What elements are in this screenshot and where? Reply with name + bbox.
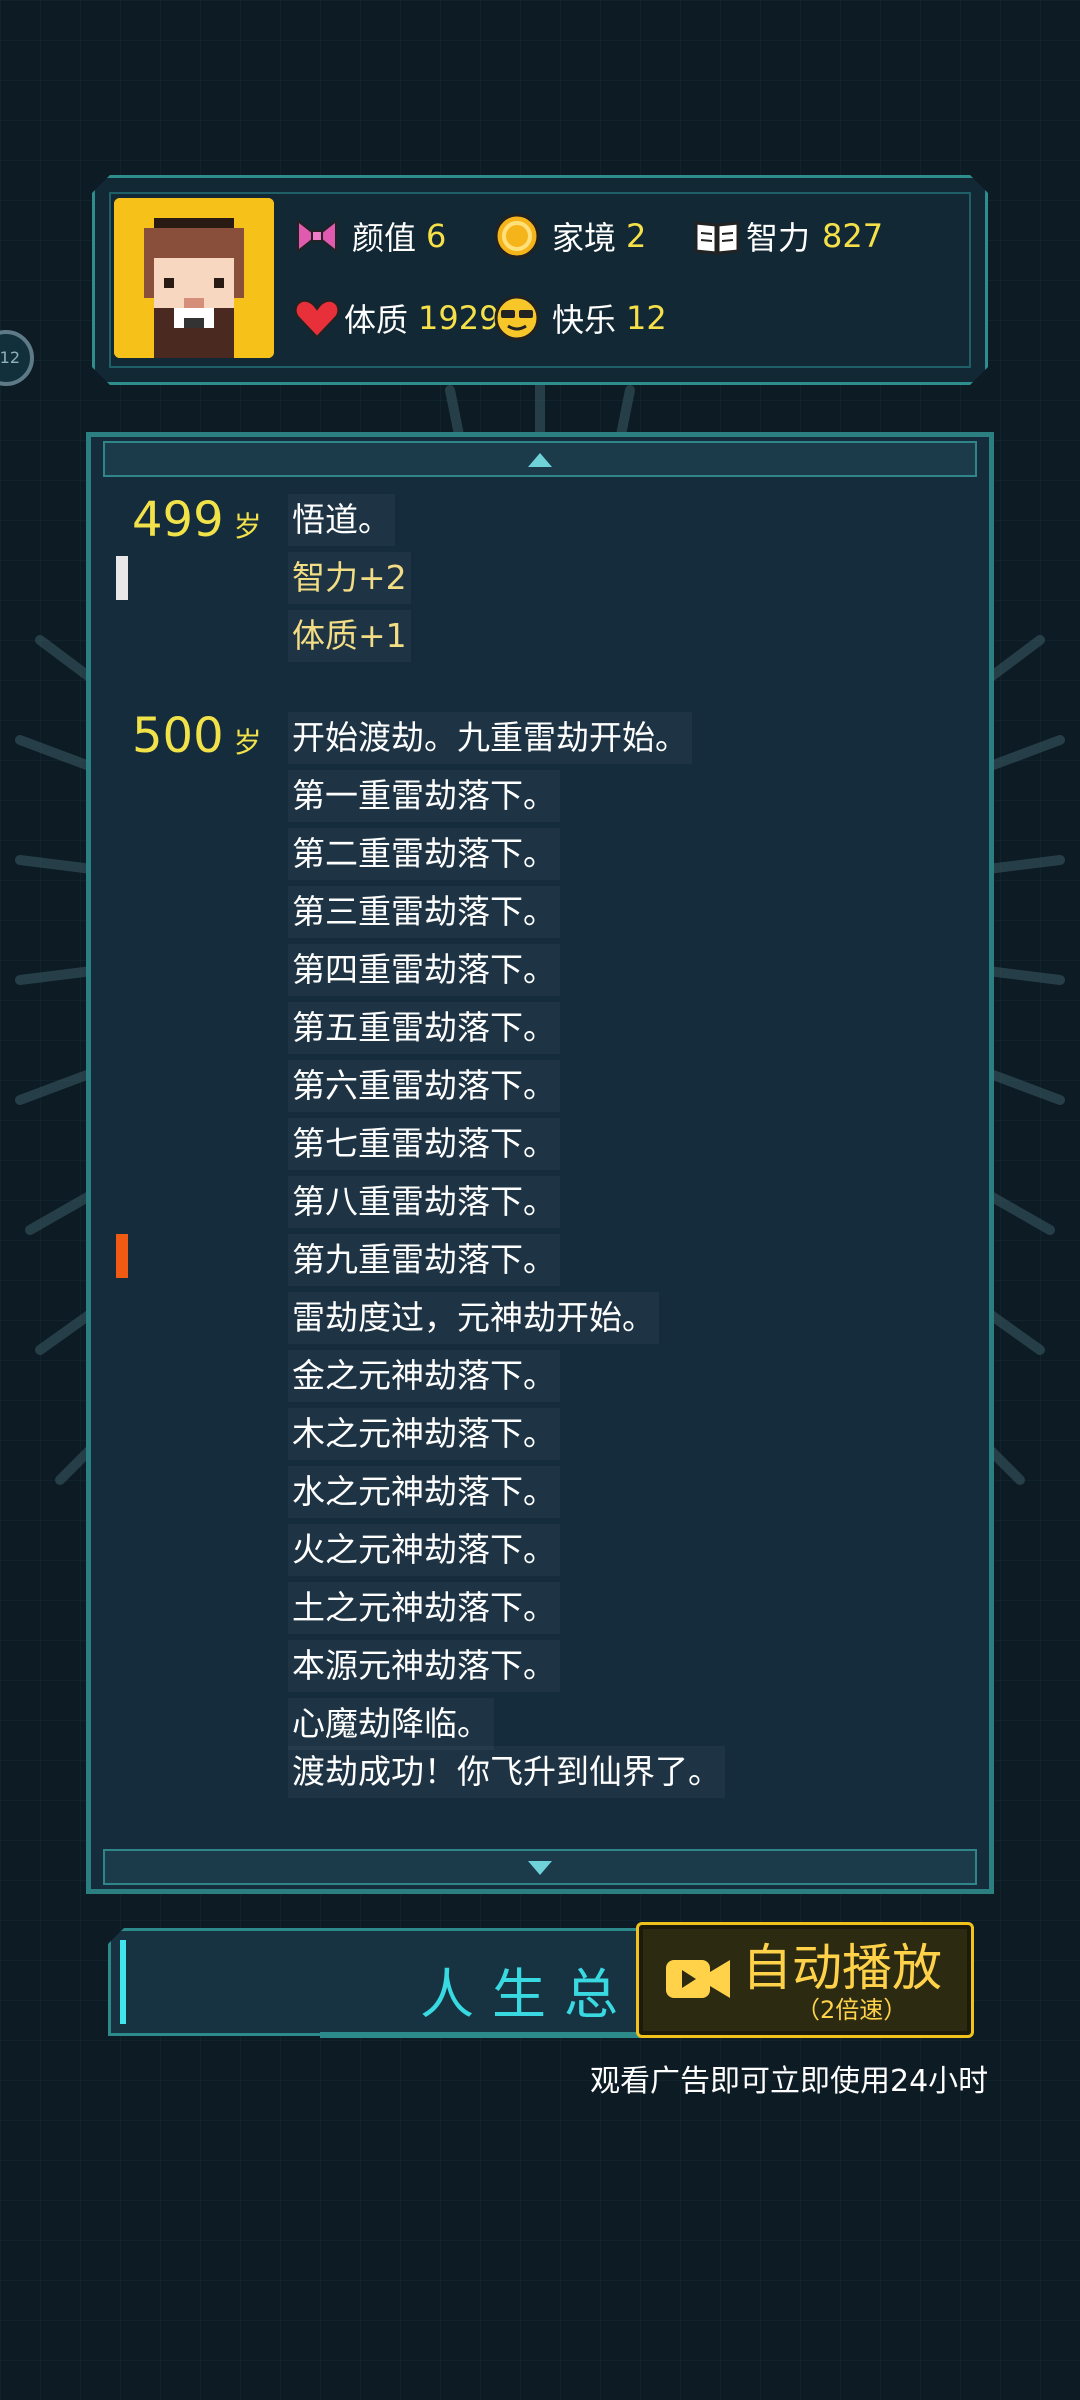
- age-number: 499: [132, 492, 224, 548]
- stat-label: 体质: [344, 301, 409, 339]
- stat-value: 1929: [418, 299, 500, 337]
- log-line: 开始渡劫。九重雷劫开始。: [288, 712, 692, 764]
- avatar: [114, 198, 274, 358]
- log-line: 第七重雷劫落下。: [288, 1118, 560, 1170]
- log-line: 第四重雷劫落下。: [288, 944, 560, 996]
- log-line: 体质+1: [288, 610, 411, 662]
- scroll-up-bar[interactable]: [103, 441, 977, 477]
- age-unit: 岁: [233, 510, 262, 543]
- stat-label: 家境: [552, 219, 617, 257]
- sunglasses-face-icon: [494, 295, 540, 341]
- age-number: 500: [132, 708, 224, 764]
- stat-family: 家境 2: [492, 208, 646, 264]
- log-line: 火之元神劫落下。: [288, 1524, 560, 1576]
- stat-label: 快乐: [552, 301, 617, 339]
- ad-note: 观看广告即可立即使用24小时: [590, 2064, 989, 2099]
- chevron-down-icon: [528, 1861, 552, 1875]
- stat-intelligence: 智力 827: [692, 208, 883, 264]
- progress-marker-white: [116, 556, 128, 600]
- stat-value: 6: [426, 217, 447, 255]
- log-line: 心魔劫降临。: [288, 1698, 494, 1750]
- stat-appearance: 颜值 6: [292, 208, 446, 264]
- stat-value: 12: [626, 299, 667, 337]
- age-label: 499 岁: [132, 492, 262, 548]
- log-line: 雷劫度过，元神劫开始。: [288, 1292, 659, 1344]
- log-line: 渡劫成功！你飞升到仙界了。: [288, 1746, 725, 1798]
- age-unit: 岁: [233, 726, 262, 759]
- chevron-up-icon: [528, 453, 552, 467]
- log-line: 金之元神劫落下。: [288, 1350, 560, 1402]
- log-line: 第三重雷劫落下。: [288, 886, 560, 938]
- log-line: 第八重雷劫落下。: [288, 1176, 560, 1228]
- bow-icon: [297, 218, 337, 254]
- log-line: 土之元神劫落下。: [288, 1582, 560, 1634]
- age-label: 500 岁: [132, 708, 262, 764]
- stat-value: 2: [626, 217, 647, 255]
- log-line: 悟道。: [288, 494, 395, 546]
- log-line: 木之元神劫落下。: [288, 1408, 560, 1460]
- summary-button-accent: [120, 1940, 126, 2024]
- book-icon: [694, 221, 740, 255]
- video-camera-icon: [666, 1960, 730, 1998]
- log-line: 水之元神劫落下。: [288, 1466, 560, 1518]
- log-line: 本源元神劫落下。: [288, 1640, 560, 1692]
- progress-marker-orange: [116, 1234, 128, 1278]
- log-line: 第五重雷劫落下。: [288, 1002, 560, 1054]
- log-line: 第九重雷劫落下。: [288, 1234, 560, 1286]
- coin-icon: [494, 213, 540, 259]
- stat-label: 颜值: [352, 219, 417, 257]
- auto-play-speed: （2倍速）: [796, 1996, 908, 2024]
- log-line: 第二重雷劫落下。: [288, 828, 560, 880]
- stat-value: 827: [822, 217, 884, 255]
- stat-physique: 体质 1929: [292, 290, 499, 346]
- stat-label: 智力: [746, 219, 811, 257]
- scroll-down-bar[interactable]: [103, 1849, 977, 1885]
- stat-happiness: 快乐 12: [492, 290, 667, 346]
- log-line: 第六重雷劫落下。: [288, 1060, 560, 1112]
- log-line: 智力+2: [288, 552, 411, 604]
- heart-icon: [294, 299, 340, 339]
- log-line: 第一重雷劫落下。: [288, 770, 560, 822]
